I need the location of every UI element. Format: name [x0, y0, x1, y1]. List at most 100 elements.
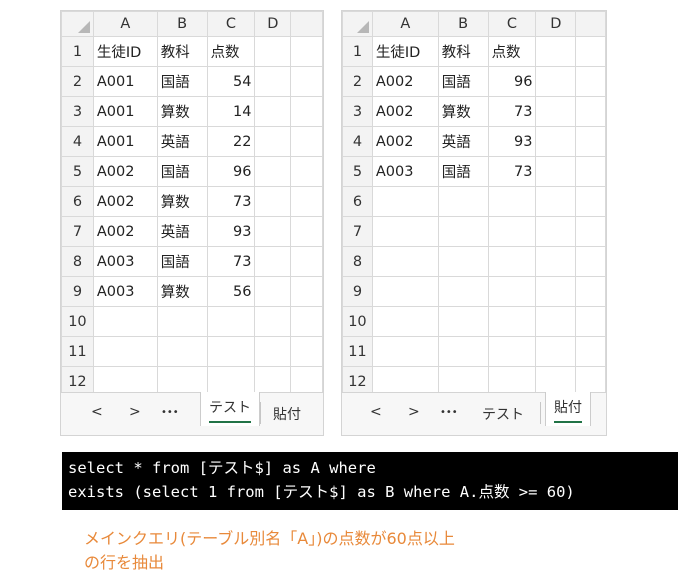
- prev-sheet-icon[interactable]: <: [370, 404, 382, 420]
- cell[interactable]: 国語: [156, 66, 208, 97]
- cell[interactable]: 96: [487, 66, 537, 97]
- row-header[interactable]: 5: [61, 156, 94, 187]
- cell[interactable]: A002: [92, 156, 158, 187]
- row-header[interactable]: 3: [61, 96, 94, 127]
- cell[interactable]: [487, 306, 537, 337]
- cell[interactable]: [371, 276, 439, 307]
- more-sheets-icon[interactable]: •••: [161, 407, 179, 418]
- next-sheet-icon[interactable]: >: [408, 404, 420, 420]
- cell[interactable]: 73: [487, 96, 537, 127]
- cell[interactable]: [535, 96, 577, 127]
- cell[interactable]: [254, 336, 292, 367]
- select-all-corner[interactable]: [61, 11, 94, 37]
- cell[interactable]: 73: [487, 156, 537, 187]
- cell[interactable]: 54: [206, 66, 256, 97]
- cell[interactable]: A002: [371, 126, 439, 157]
- cell[interactable]: [371, 186, 439, 217]
- cell[interactable]: 73: [206, 246, 256, 277]
- prev-sheet-icon[interactable]: <: [91, 404, 103, 420]
- cell[interactable]: A003: [371, 156, 439, 187]
- cell[interactable]: 点数: [206, 36, 256, 67]
- cell[interactable]: [437, 336, 489, 367]
- cell[interactable]: [371, 246, 439, 277]
- cell[interactable]: [437, 306, 489, 337]
- cell[interactable]: 国語: [156, 246, 208, 277]
- row-header[interactable]: 2: [342, 66, 373, 97]
- row-header[interactable]: 11: [61, 336, 94, 367]
- row-header[interactable]: 8: [61, 246, 94, 277]
- cell[interactable]: [487, 276, 537, 307]
- row-header[interactable]: 9: [342, 276, 373, 307]
- row-header[interactable]: 7: [342, 216, 373, 247]
- cell[interactable]: [437, 186, 489, 217]
- cell[interactable]: [437, 276, 489, 307]
- row-header[interactable]: 7: [61, 216, 94, 247]
- row-header[interactable]: 4: [61, 126, 94, 157]
- cell[interactable]: A003: [92, 246, 158, 277]
- cell[interactable]: [535, 306, 577, 337]
- cell[interactable]: [535, 276, 577, 307]
- cell[interactable]: 生徒ID: [371, 36, 439, 67]
- cell[interactable]: 算数: [156, 96, 208, 127]
- cell[interactable]: 93: [206, 216, 256, 247]
- cell[interactable]: [206, 306, 256, 337]
- cell[interactable]: [92, 306, 158, 337]
- cell[interactable]: [535, 156, 577, 187]
- row-header[interactable]: 10: [61, 306, 94, 337]
- cell[interactable]: 英語: [156, 216, 208, 247]
- cell[interactable]: 国語: [437, 156, 489, 187]
- cell[interactable]: 算数: [156, 276, 208, 307]
- cell[interactable]: [92, 336, 158, 367]
- cell[interactable]: [254, 36, 292, 67]
- cell[interactable]: [487, 336, 537, 367]
- cell[interactable]: [535, 186, 577, 217]
- cell[interactable]: [535, 126, 577, 157]
- row-header[interactable]: 6: [342, 186, 373, 217]
- cell[interactable]: 93: [487, 126, 537, 157]
- column-header-b[interactable]: B: [437, 11, 489, 37]
- column-header-d[interactable]: D: [254, 11, 292, 37]
- tab-paste[interactable]: 貼付: [545, 392, 591, 426]
- cell[interactable]: 22: [206, 126, 256, 157]
- cell[interactable]: 算数: [437, 96, 489, 127]
- cell[interactable]: [437, 246, 489, 277]
- row-header[interactable]: 2: [61, 66, 94, 97]
- cell[interactable]: 56: [206, 276, 256, 307]
- cell[interactable]: 国語: [437, 66, 489, 97]
- cell[interactable]: [535, 66, 577, 97]
- cell[interactable]: [371, 336, 439, 367]
- next-sheet-icon[interactable]: >: [129, 404, 141, 420]
- row-header[interactable]: 11: [342, 336, 373, 367]
- cell[interactable]: [254, 306, 292, 337]
- row-header[interactable]: 8: [342, 246, 373, 277]
- cell[interactable]: [254, 96, 292, 127]
- cell[interactable]: 73: [206, 186, 256, 217]
- row-header[interactable]: 3: [342, 96, 373, 127]
- cell[interactable]: [535, 36, 577, 67]
- row-header[interactable]: 9: [61, 276, 94, 307]
- cell[interactable]: A002: [92, 186, 158, 217]
- cell[interactable]: 生徒ID: [92, 36, 158, 67]
- cell[interactable]: A001: [92, 96, 158, 127]
- row-header[interactable]: 10: [342, 306, 373, 337]
- cell[interactable]: 14: [206, 96, 256, 127]
- cell[interactable]: [371, 306, 439, 337]
- tab-paste[interactable]: 貼付: [273, 404, 301, 424]
- cell[interactable]: [535, 336, 577, 367]
- cell[interactable]: A003: [92, 276, 158, 307]
- column-header-a[interactable]: A: [371, 11, 439, 37]
- cell[interactable]: [487, 186, 537, 217]
- cell[interactable]: [535, 216, 577, 247]
- cell[interactable]: [487, 246, 537, 277]
- column-header-c[interactable]: C: [206, 11, 256, 37]
- cell[interactable]: A001: [92, 126, 158, 157]
- cell[interactable]: A002: [92, 216, 158, 247]
- cell[interactable]: [371, 216, 439, 247]
- cell[interactable]: [437, 216, 489, 247]
- cell[interactable]: [206, 336, 256, 367]
- cell[interactable]: [254, 276, 292, 307]
- select-all-corner[interactable]: [342, 11, 373, 37]
- row-header[interactable]: 4: [342, 126, 373, 157]
- column-header-d[interactable]: D: [535, 11, 577, 37]
- cell[interactable]: [156, 336, 208, 367]
